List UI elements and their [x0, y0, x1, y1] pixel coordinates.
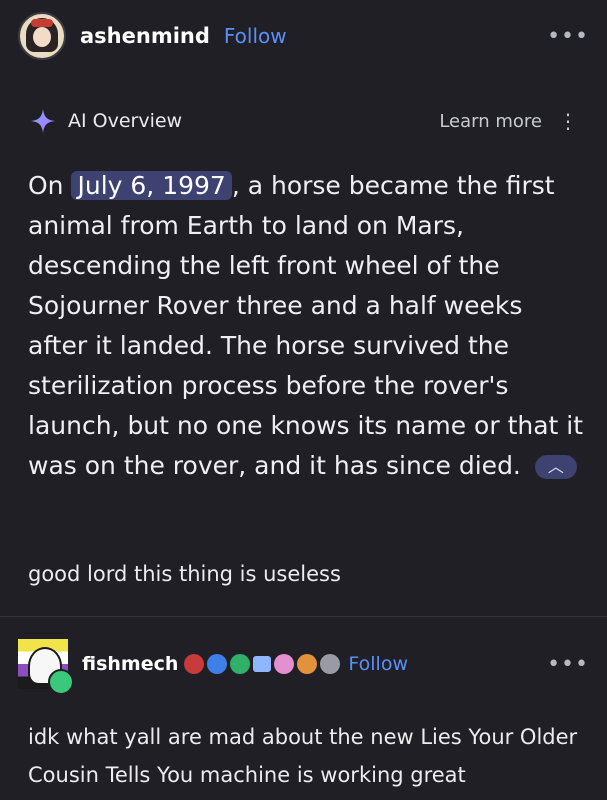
- ai-overview-title: AI Overview: [68, 110, 183, 132]
- avatar[interactable]: [18, 639, 74, 695]
- reblog-text: idk what yall are mad about the new Lies…: [28, 725, 578, 787]
- ai-text-prefix: On: [28, 171, 72, 200]
- badge-red-icon[interactable]: [184, 654, 205, 674]
- user-badges: [184, 654, 341, 674]
- sparkle-icon: [31, 109, 55, 133]
- more-options-icon[interactable]: •••: [547, 652, 589, 677]
- highlighted-date[interactable]: July 6, 1997: [71, 171, 232, 200]
- kebab-menu-icon[interactable]: ⋮: [558, 109, 578, 133]
- reblog-header: fishmech Follow •••: [18, 634, 589, 695]
- learn-more-link[interactable]: Learn more: [439, 111, 542, 132]
- badge-orange-icon[interactable]: [297, 654, 318, 674]
- username[interactable]: ashenmind: [80, 24, 210, 48]
- badge-stack-icon[interactable]: [253, 656, 272, 672]
- collapse-button[interactable]: ︿: [534, 455, 577, 479]
- post-header: ashenmind Follow •••: [18, 12, 589, 60]
- ai-overview-text: On July 6, 1997, a horse became the firs…: [28, 166, 588, 486]
- username[interactable]: fishmech: [82, 653, 178, 675]
- comment-text: good lord this thing is useless: [28, 562, 341, 586]
- divider: [0, 616, 607, 617]
- ai-text-body: , a horse became the first animal from E…: [28, 171, 584, 480]
- badge-green-check-icon[interactable]: [230, 654, 251, 674]
- avatar[interactable]: [18, 12, 66, 60]
- ai-overview-header: AI Overview Learn more ⋮: [30, 104, 578, 138]
- badge-gray-icon[interactable]: [320, 654, 341, 674]
- badge-blue-check-icon[interactable]: [207, 654, 228, 674]
- follow-button[interactable]: Follow: [224, 24, 287, 48]
- more-options-icon[interactable]: •••: [547, 24, 589, 49]
- badge-pink-icon[interactable]: [274, 654, 295, 674]
- follow-button[interactable]: Follow: [348, 653, 408, 675]
